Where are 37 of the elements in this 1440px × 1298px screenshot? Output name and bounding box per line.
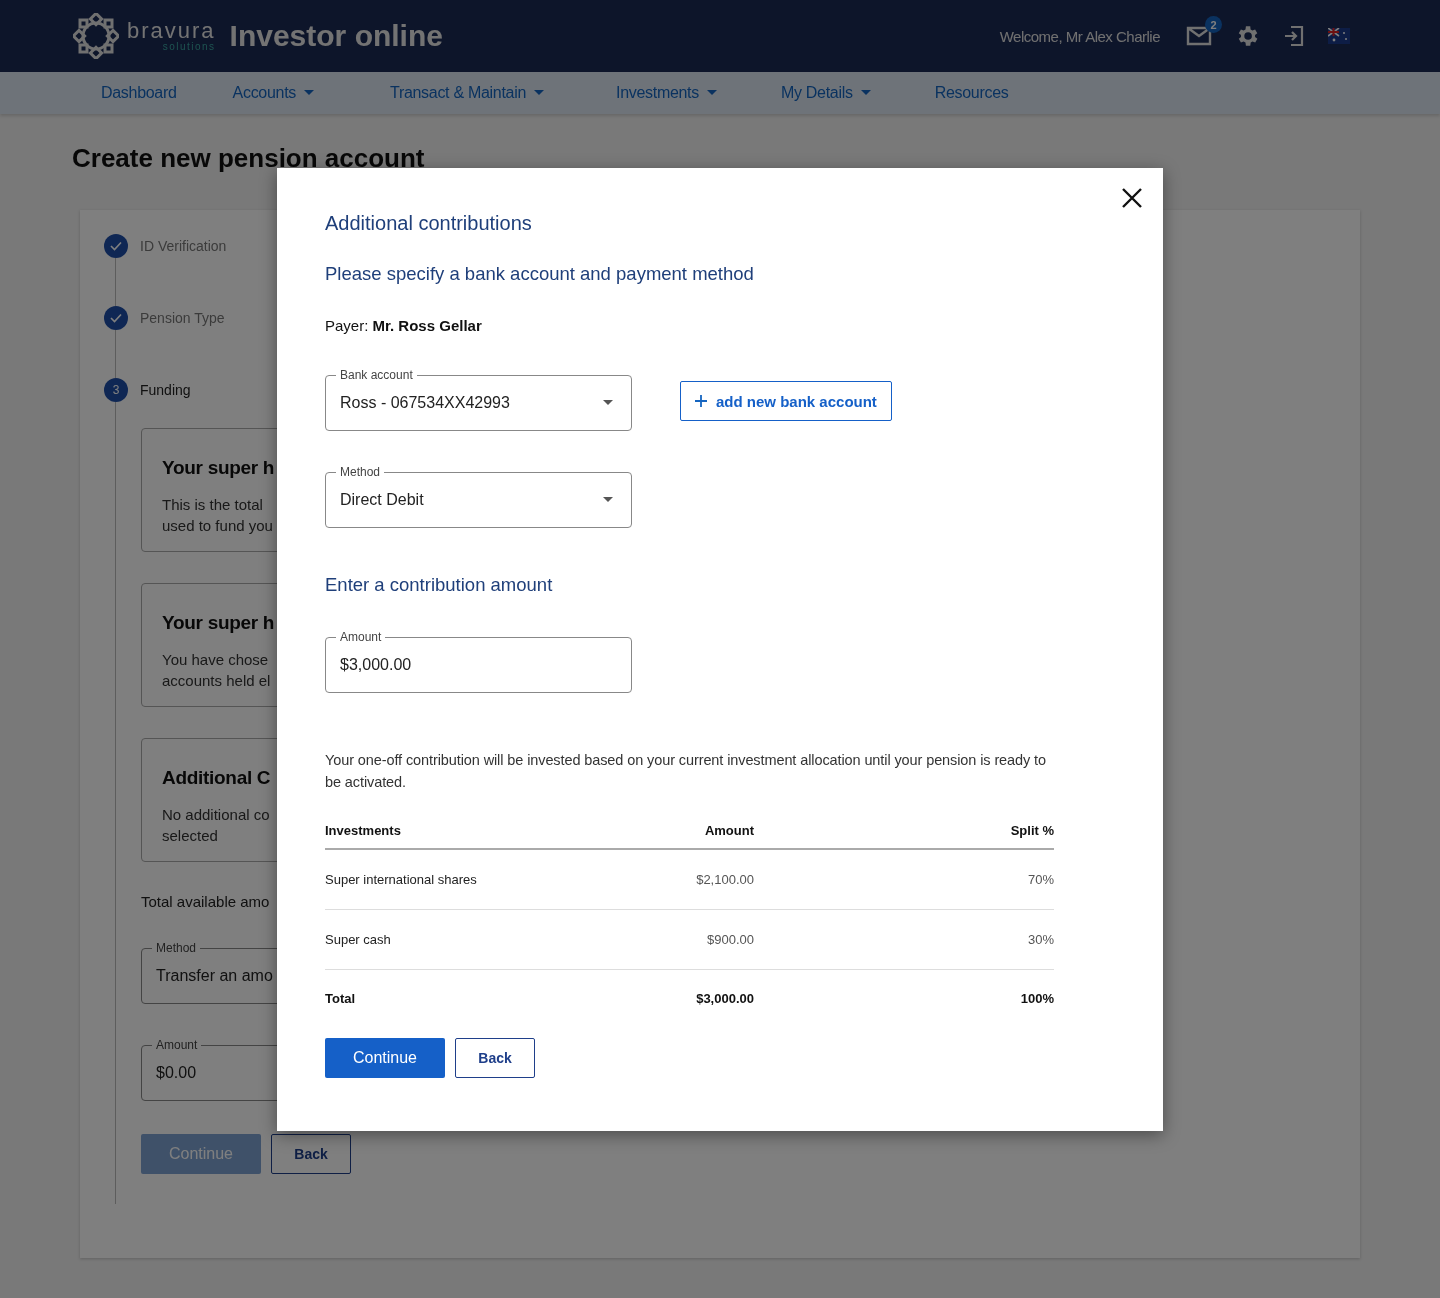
- table-cell-text: Super cash: [325, 932, 392, 947]
- step-label: ID Verification: [140, 238, 227, 254]
- card-text: accounts held el: [162, 671, 271, 691]
- table-cell-text: 30%: [1026, 932, 1054, 947]
- total-label: Total available amo: [141, 893, 270, 910]
- welcome-text: Welcome, Mr Alex Charlie: [999, 27, 1160, 45]
- notification-badge: 2: [1205, 16, 1222, 33]
- table-cell-text: 70%: [1026, 872, 1054, 887]
- card-text: selected: [162, 826, 218, 846]
- card-title: Your super h: [162, 611, 275, 635]
- total-cell-text: $3,000.00: [695, 990, 754, 1006]
- card-text: You have chose: [162, 650, 269, 670]
- table-cell-text: $2,100.00: [695, 872, 754, 887]
- card-text: used to fund you: [162, 516, 273, 536]
- column-header: Split %: [1009, 823, 1054, 838]
- column-header: Investments: [325, 823, 402, 838]
- section-heading: Enter a contribution amount: [325, 574, 554, 596]
- modal-title: Additional contributions: [325, 212, 533, 235]
- step-label: Funding: [140, 382, 191, 398]
- step-indicator: 3: [104, 378, 128, 402]
- modal-subtitle: Please specify a bank account and payment method: [325, 263, 755, 285]
- total-cell-text: Total: [325, 990, 357, 1006]
- brand-tagline: solutions: [162, 42, 216, 52]
- card-title: Your super h: [162, 456, 275, 480]
- info-text: Your one-off contribution will be invested based on your current investment allocation until your pension is ready to be activated.: [325, 751, 1047, 792]
- card-title: Additional C: [162, 766, 271, 790]
- table-cell-text: $900.00: [706, 932, 754, 947]
- total-cell-text: 100%: [1019, 990, 1054, 1006]
- brand-name: bravura: [127, 20, 216, 42]
- payer-text: Payer: Mr. Ross Gellar: [325, 317, 483, 334]
- card-text: This is the total: [162, 495, 263, 515]
- column-header: Amount: [703, 823, 754, 838]
- card-text: No additional co: [162, 805, 270, 825]
- app-title: Investor online: [229, 19, 443, 53]
- step-label: Pension Type: [140, 310, 225, 326]
- page-title: Create new pension account: [72, 142, 426, 174]
- table-cell-text: Super international shares: [325, 872, 478, 887]
